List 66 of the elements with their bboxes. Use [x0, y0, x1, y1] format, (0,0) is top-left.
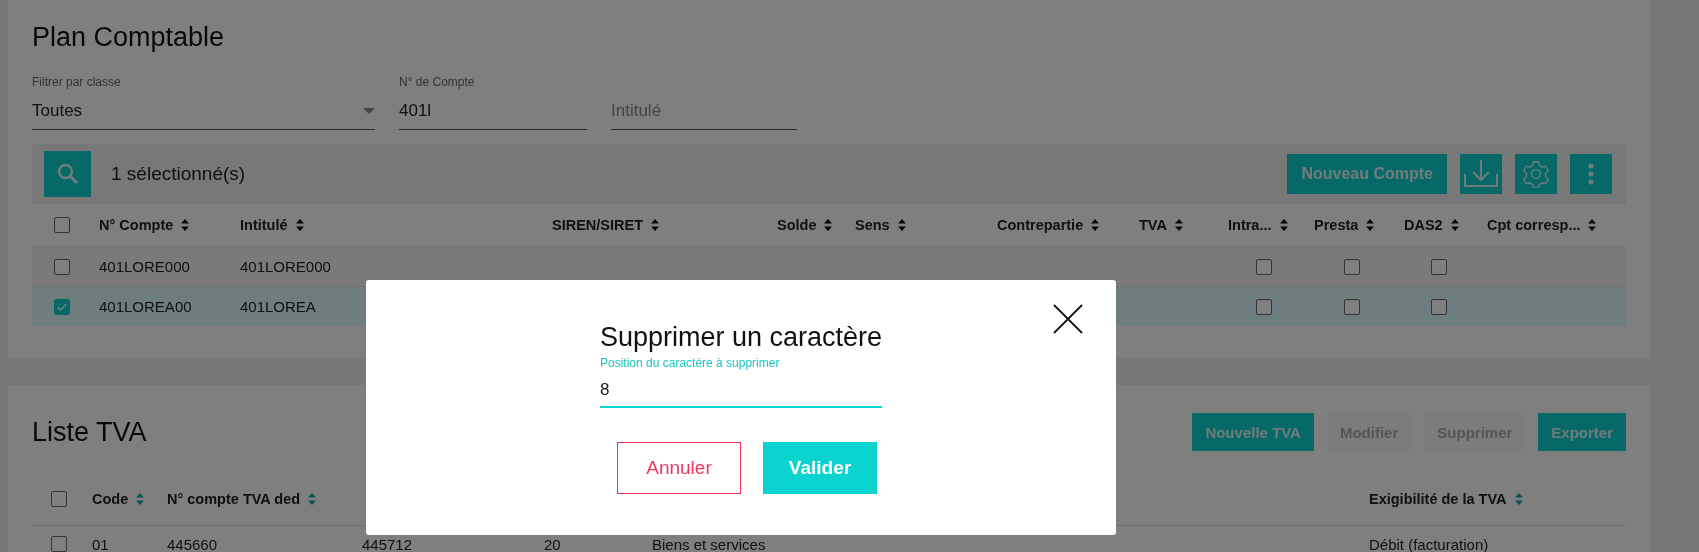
table-cell-text: 401LOREA00	[98, 298, 193, 315]
checkbox[interactable]	[54, 258, 70, 275]
checkbox[interactable]	[1344, 298, 1360, 315]
checkbox[interactable]	[1256, 298, 1272, 315]
dialog-title: Supprimer un caractère	[599, 322, 883, 353]
section-title: Liste TVA	[32, 416, 148, 448]
column-header[interactable]: Intra...	[1228, 217, 1272, 233]
column-header[interactable]: Solde	[777, 217, 817, 233]
checkbox[interactable]	[1430, 258, 1447, 275]
checkbox[interactable]	[54, 217, 70, 233]
sort-icon[interactable]	[1450, 219, 1459, 231]
checkbox[interactable]	[54, 298, 70, 315]
table-cell-text: 401LORE000	[98, 258, 191, 275]
checkbox[interactable]	[1344, 258, 1360, 275]
checkbox[interactable]	[1256, 258, 1272, 275]
position-field[interactable]: 8	[600, 374, 882, 408]
column-header[interactable]: Contrepartie	[997, 217, 1084, 233]
sort-icon[interactable]	[824, 219, 833, 231]
class-filter-select[interactable]: Filtrer par classe Toutes	[32, 75, 375, 130]
column-header[interactable]: Presta	[1314, 217, 1359, 233]
column-header[interactable]: Sens	[855, 217, 890, 233]
column-header[interactable]: Cpt corresp...	[1487, 217, 1581, 233]
cancel-button[interactable]: Annuler	[617, 442, 741, 494]
column-header[interactable]: SIREN/SIRET	[552, 217, 644, 233]
column-header[interactable]: DAS2	[1404, 217, 1443, 233]
table-cell-text: 445712	[361, 535, 414, 552]
table-cell-text: 401LORE000	[239, 258, 332, 275]
column-header[interactable]: Intitulé	[240, 217, 288, 233]
table-row[interactable]: 401LORE000 401LORE000	[32, 246, 1626, 286]
sort-icon[interactable]	[1174, 219, 1183, 231]
text-field[interactable]: N° de Compte 401l	[399, 75, 587, 130]
column-header[interactable]: Exigibilité de la TVA	[1369, 491, 1507, 507]
table-cell-text: Biens et services	[651, 535, 767, 552]
column-header[interactable]: TVA	[1139, 217, 1167, 233]
table-cell-text: 445660	[166, 535, 219, 552]
table-cell-text: 01	[91, 535, 110, 552]
sort-icon[interactable]	[651, 219, 660, 231]
column-header[interactable]: N° Compte	[99, 217, 174, 233]
download-icon	[1463, 158, 1499, 190]
column-header[interactable]: Code	[92, 491, 129, 507]
sort-icon[interactable]	[181, 219, 190, 231]
selection-count: 1 sélectionné(s)	[111, 163, 247, 185]
close-icon[interactable]	[1053, 304, 1083, 334]
table-cell-text: Débit (facturation)	[1368, 535, 1490, 552]
sort-icon[interactable]	[897, 219, 906, 231]
checkbox[interactable]	[50, 536, 67, 552]
settings-icon	[1522, 160, 1550, 188]
table-cell-text: 401LOREA	[239, 298, 317, 315]
checkbox[interactable]	[50, 491, 67, 507]
sort-icon[interactable]	[1588, 219, 1597, 231]
sort-icon[interactable]	[1091, 219, 1100, 231]
column-header[interactable]: N° compte TVA ded	[167, 491, 301, 507]
checkbox[interactable]	[1430, 298, 1447, 315]
page-title: Plan Comptable	[32, 22, 226, 53]
sort-icon[interactable]	[136, 493, 145, 505]
sort-icon[interactable]	[308, 493, 317, 505]
field-label: Position du caractère à supprimer	[600, 356, 781, 370]
sort-icon[interactable]	[1514, 493, 1523, 505]
search-icon	[55, 162, 80, 186]
sort-icon[interactable]	[1279, 219, 1288, 231]
table-cell-text: 20	[543, 535, 562, 552]
sort-icon[interactable]	[295, 219, 304, 231]
more-icon	[1588, 163, 1594, 185]
sort-icon[interactable]	[1366, 219, 1375, 231]
dropdown-caret-icon	[363, 108, 375, 114]
text-field[interactable]: Intitulé	[611, 101, 797, 130]
